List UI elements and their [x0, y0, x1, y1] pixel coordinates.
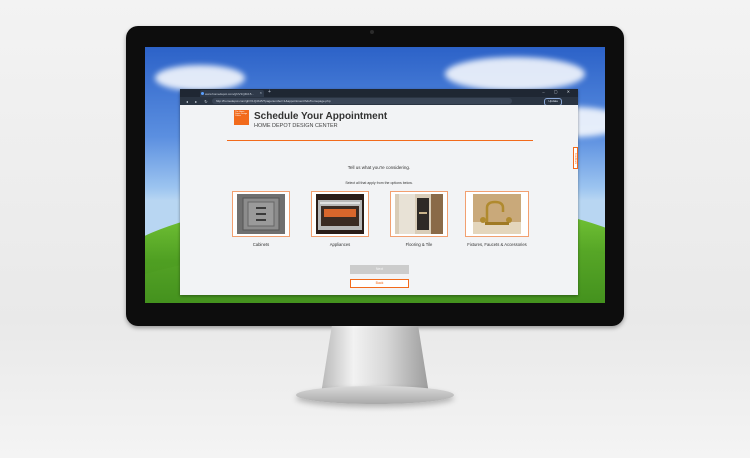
browser-window: www.homedepot.com/gh/V1Q4b15... × + – ▢ … [180, 89, 578, 295]
address-bar: ◂ ▸ ↻ ⌂ http://homedepot.com/gh/V1Q4b15/… [180, 97, 578, 106]
option-fixtures[interactable]: Fixtures, Faucets & Accessories [465, 191, 529, 247]
screen: www.homedepot.com/gh/V1Q4b15... × + – ▢ … [145, 47, 605, 303]
option-appliances[interactable]: Appliances [311, 191, 369, 247]
cabinet-image [237, 194, 285, 234]
window-controls[interactable]: – ▢ ✕ [542, 89, 574, 94]
browser-tab[interactable]: www.homedepot.com/gh/V1Q4b15... × [200, 90, 264, 97]
option-cabinets[interactable]: Cabinets [232, 191, 290, 247]
page-title: Schedule Your Appointment [254, 111, 388, 122]
option-label: Fixtures, Faucets & Accessories [467, 242, 527, 247]
monitor-base [296, 386, 454, 404]
tab-strip: www.homedepot.com/gh/V1Q4b15... × + – ▢ … [180, 89, 578, 97]
faucet-image [473, 194, 521, 234]
url-field[interactable]: http://homedepot.com/gh/V1Q4b15/?pagenum… [212, 98, 512, 104]
favicon-icon [201, 92, 204, 95]
appliance-image [316, 194, 364, 234]
new-tab-button[interactable]: + [268, 89, 271, 95]
question-prompt: Tell us what you're considering. [347, 165, 411, 170]
tab-title: www.homedepot.com/gh/V1Q4b15... [205, 91, 254, 96]
webcam [370, 30, 374, 34]
home-depot-logo: The Home Depot Design Center [234, 110, 249, 125]
page-content: The Home Depot Design Center Schedule Yo… [180, 105, 578, 295]
instruction-text: Select all that apply from the options b… [345, 181, 413, 185]
flooring-image [395, 194, 443, 234]
page-subtitle: HOME DEPOT DESIGN CENTER [254, 123, 338, 129]
header-divider [227, 140, 533, 141]
next-button[interactable]: Next [350, 265, 409, 274]
monitor: www.homedepot.com/gh/V1Q4b15... × + – ▢ … [126, 26, 624, 326]
option-flooring-tile[interactable]: Flooring & Tile [390, 191, 448, 247]
monitor-stand [321, 326, 429, 394]
back-button[interactable]: Back [350, 279, 409, 288]
close-tab-icon[interactable]: × [260, 90, 262, 95]
